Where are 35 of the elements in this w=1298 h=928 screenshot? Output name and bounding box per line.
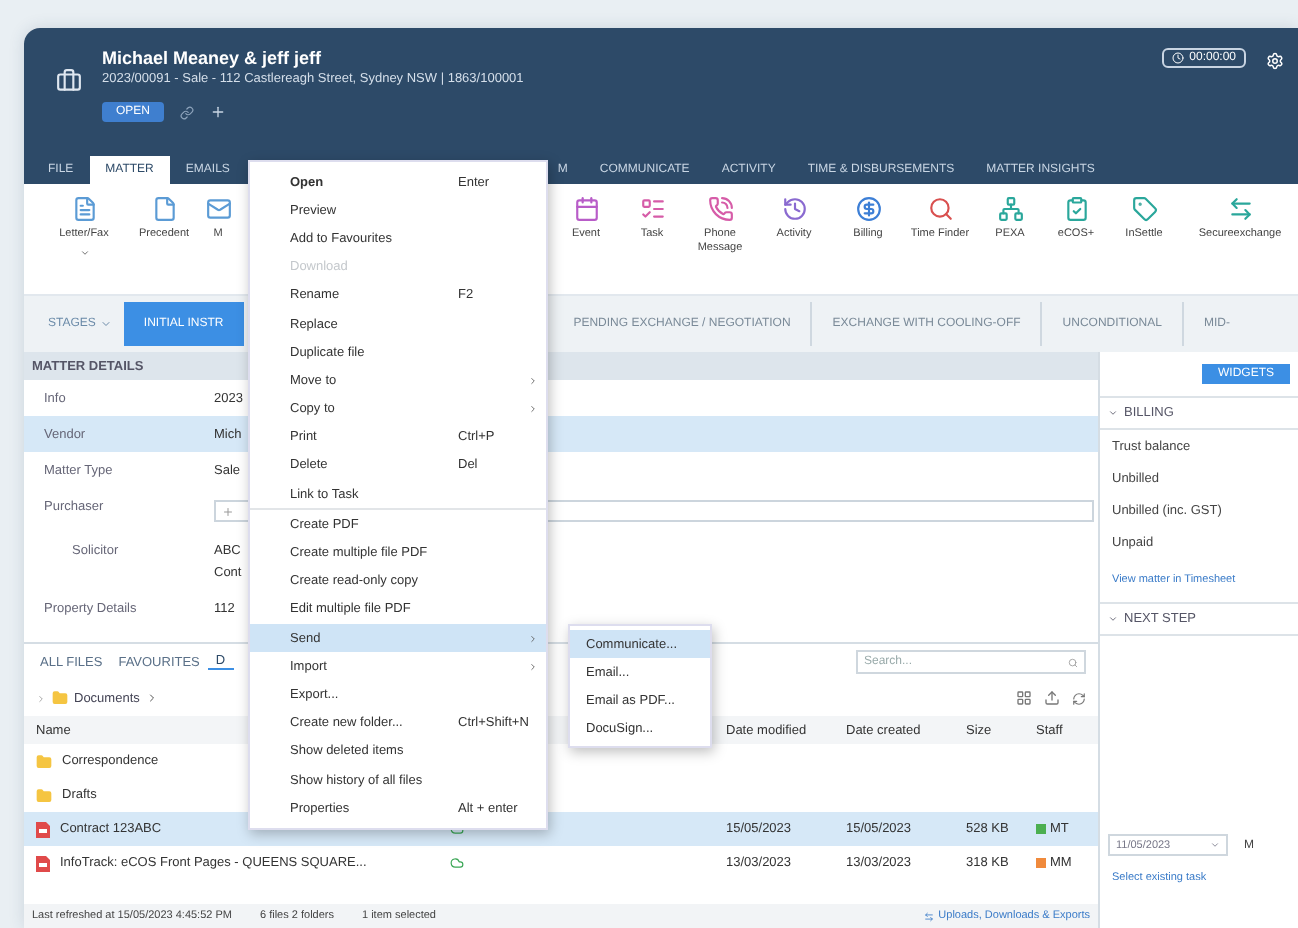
pdf-file-icon <box>36 855 50 871</box>
search-icon <box>927 196 953 222</box>
caret-icon <box>79 247 89 258</box>
clock-icon <box>1171 52 1184 64</box>
caret-icon <box>99 318 112 330</box>
document-icon <box>71 196 97 222</box>
caret-icon <box>1108 614 1118 624</box>
view-icon[interactable] <box>1016 690 1032 706</box>
network-icon <box>997 196 1023 222</box>
mail-icon <box>205 196 231 222</box>
matter-title: Michael Meaney & jeff jeff <box>102 48 324 68</box>
caret-icon <box>1210 840 1220 850</box>
tag-icon <box>1131 196 1157 222</box>
caret-icon <box>1108 408 1118 418</box>
phone-icon <box>707 196 733 222</box>
clipboard-check-icon <box>1063 196 1089 222</box>
add-icon <box>222 505 234 517</box>
pdf-file-icon <box>36 821 50 837</box>
refresh-icon[interactable] <box>1072 691 1086 705</box>
cloud-icon <box>450 856 464 870</box>
transfer-icon <box>924 911 935 921</box>
folder-icon <box>52 690 68 706</box>
upload-icon[interactable] <box>1044 690 1060 706</box>
arrows-icon <box>1227 196 1253 222</box>
search-icon <box>1068 657 1078 667</box>
briefcase-icon <box>56 68 82 94</box>
link-icon[interactable] <box>180 105 195 119</box>
dollar-icon <box>855 196 881 222</box>
calendar-icon <box>573 196 599 222</box>
checklist-icon <box>639 196 665 222</box>
chevron-icon <box>145 692 158 704</box>
history-icon <box>781 196 807 222</box>
settings-icon[interactable] <box>1266 52 1284 70</box>
document-icon <box>151 196 177 222</box>
add-icon[interactable] <box>210 104 227 120</box>
